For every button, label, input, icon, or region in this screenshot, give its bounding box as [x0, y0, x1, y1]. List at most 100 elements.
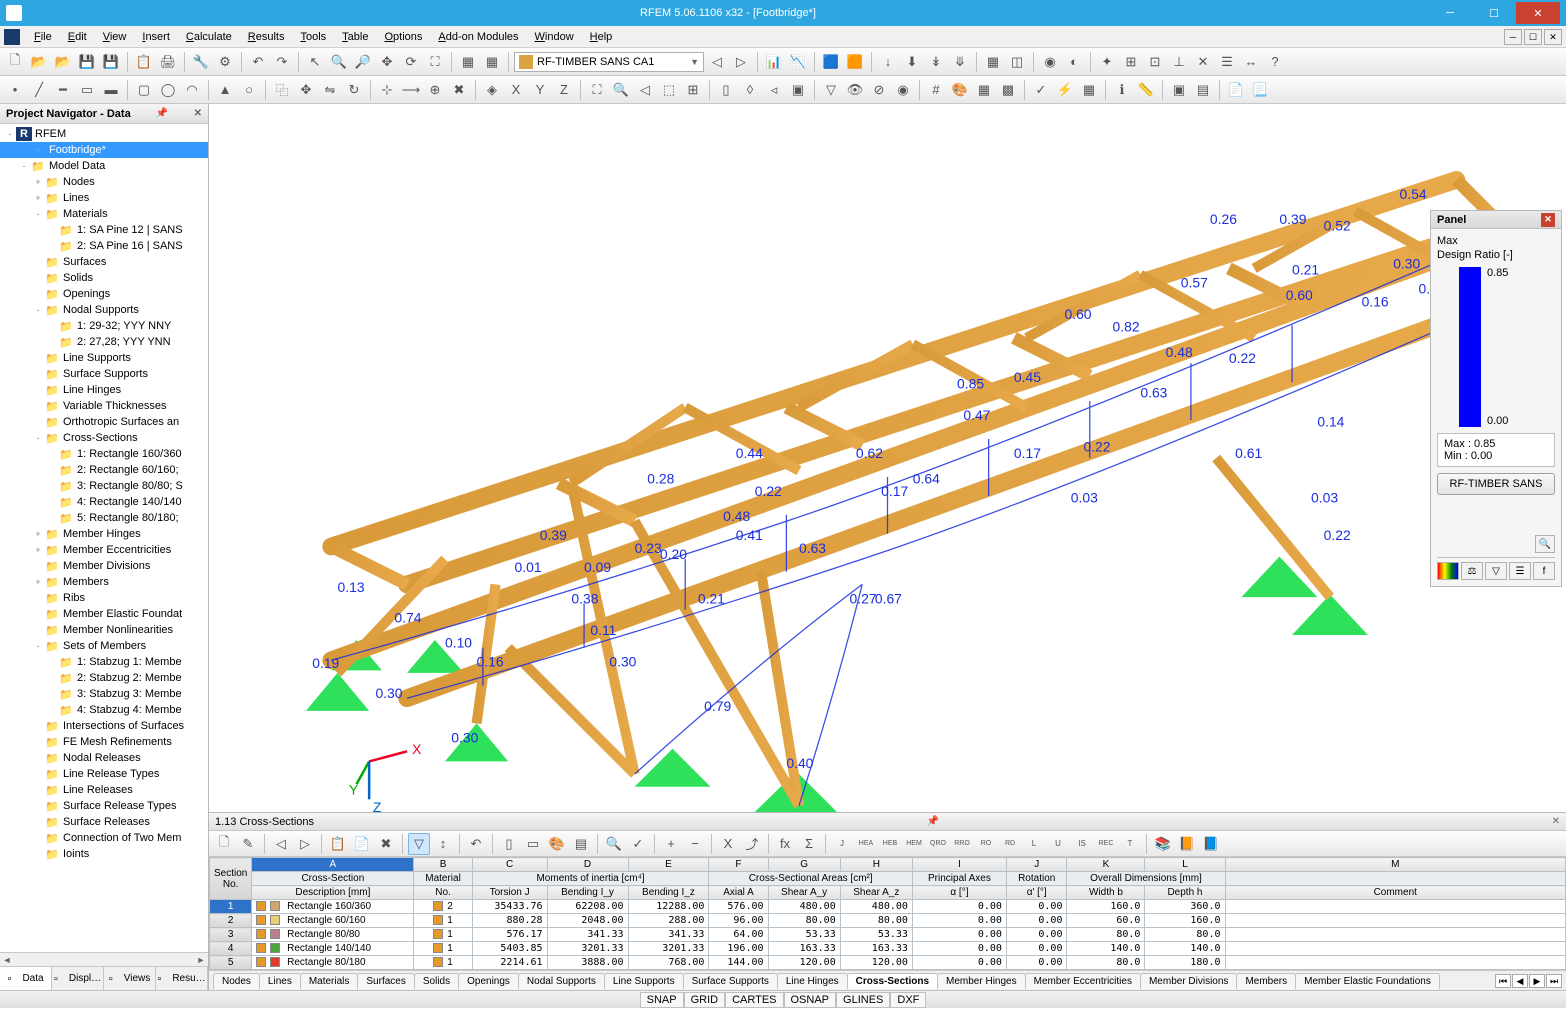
view-icon[interactable]: ▦ — [457, 51, 479, 73]
nav-tab-data[interactable]: ▫Data — [0, 967, 52, 990]
visibility-icon[interactable]: 👁 — [844, 79, 866, 101]
menu-view[interactable]: View — [95, 29, 135, 45]
tree-node[interactable]: -📁Materials — [0, 206, 208, 222]
open-model-icon[interactable]: 📂 — [52, 51, 74, 73]
navigator-hscroll[interactable]: ◄► — [0, 952, 208, 966]
tb-section-j-icon[interactable]: J — [831, 833, 853, 855]
tb-section-ro-icon[interactable]: RO — [975, 833, 997, 855]
table-pin-icon[interactable]: 📌 — [927, 816, 939, 827]
tb-section-hem-icon[interactable]: HEM — [903, 833, 925, 855]
ortho-icon[interactable]: ⊥ — [1168, 51, 1190, 73]
select-all-icon[interactable]: ▣ — [787, 79, 809, 101]
hinge-tool-icon[interactable]: ○ — [238, 79, 260, 101]
shadow-icon[interactable]: ◐ — [1063, 51, 1085, 73]
tree-node[interactable]: 📁4: Stabzug 4: Membe — [0, 702, 208, 718]
tree-node[interactable]: 📁Member Divisions — [0, 558, 208, 574]
numbering-icon[interactable]: # — [925, 79, 947, 101]
select-lasso-icon[interactable]: ◊ — [739, 79, 761, 101]
view-y-icon[interactable]: Y — [529, 79, 551, 101]
nav-tab-resu[interactable]: ▫Resu… — [156, 967, 208, 990]
sheet-tab-members[interactable]: Members — [1236, 973, 1296, 989]
tree-node[interactable]: 📁Nodal Releases — [0, 750, 208, 766]
filter-icon[interactable]: ▽ — [1485, 562, 1507, 580]
module2-icon[interactable]: ▤ — [1192, 79, 1214, 101]
tb-select-icon[interactable]: ▯ — [498, 833, 520, 855]
menu-options[interactable]: Options — [376, 29, 430, 45]
tree-node[interactable]: 📁Intersections of Surfaces — [0, 718, 208, 734]
member-load-icon[interactable]: ↓ — [877, 51, 899, 73]
cross-sections-table[interactable]: SectionNo.ABCDEFGHIJKLMCross-SectionMate… — [209, 857, 1566, 970]
tb-sum-icon[interactable]: Σ — [798, 833, 820, 855]
pan-icon[interactable]: ✥ — [376, 51, 398, 73]
ucs-icon[interactable]: ✦ — [1096, 51, 1118, 73]
app-menu-icon[interactable] — [4, 29, 20, 45]
view-prev-icon[interactable]: ◁ — [634, 79, 656, 101]
sheet-tab-member-elastic-foundations[interactable]: Member Elastic Foundations — [1295, 973, 1440, 989]
sheet-tab-member-eccentricities[interactable]: Member Eccentricities — [1025, 973, 1141, 989]
measure-icon[interactable]: 📏 — [1135, 79, 1157, 101]
extend-tool-icon[interactable]: ⟶ — [400, 79, 422, 101]
tree-node[interactable]: 📁1: SA Pine 12 | SANS — [0, 222, 208, 238]
node-tool-icon[interactable]: • — [4, 79, 26, 101]
sheet-tab-surfaces[interactable]: Surfaces — [357, 973, 414, 989]
tree-node[interactable]: 📁Line Release Types — [0, 766, 208, 782]
nodal-load-icon[interactable]: ↡ — [925, 51, 947, 73]
sheet-tab-openings[interactable]: Openings — [458, 973, 519, 989]
table-close-icon[interactable]: ✕ — [1552, 816, 1560, 827]
tree-node[interactable]: +📁Lines — [0, 190, 208, 206]
tree-node[interactable]: 📁Variable Thicknesses — [0, 398, 208, 414]
menu-file[interactable]: File — [26, 29, 60, 45]
line-tool-icon[interactable]: ╱ — [28, 79, 50, 101]
hide-icon[interactable]: ⊘ — [868, 79, 890, 101]
sheet-tab-line-supports[interactable]: Line Supports — [604, 973, 684, 989]
tb-delete-icon[interactable]: ✖ — [375, 833, 397, 855]
nav-first-icon[interactable]: ◁ — [706, 51, 728, 73]
sheet-tab-surface-supports[interactable]: Surface Supports — [683, 973, 778, 989]
check-icon[interactable]: ✓ — [1030, 79, 1052, 101]
tree-node[interactable]: 📁Openings — [0, 286, 208, 302]
sheet-tab-line-hinges[interactable]: Line Hinges — [777, 973, 848, 989]
tree-node[interactable]: 📁FE Mesh Refinements — [0, 734, 208, 750]
dims-icon[interactable]: ↔ — [1240, 51, 1262, 73]
tree-node[interactable]: 📁Surface Supports — [0, 366, 208, 382]
results-icon[interactable]: 🟦 — [820, 51, 842, 73]
status-dxf[interactable]: DXF — [890, 992, 926, 1008]
tb-sort-icon[interactable]: ↕ — [432, 833, 454, 855]
module-button[interactable]: RF-TIMBER SANS — [1437, 473, 1555, 495]
tb-section-qro-icon[interactable]: QRO — [927, 833, 949, 855]
surface-load-icon[interactable]: ⬇ — [901, 51, 923, 73]
cross-icon[interactable]: ✕ — [1192, 51, 1214, 73]
tb-section-is-icon[interactable]: IS — [1071, 833, 1093, 855]
menu-edit[interactable]: Edit — [60, 29, 95, 45]
load2-icon[interactable]: 📉 — [787, 51, 809, 73]
tb-excel-icon[interactable]: X — [717, 833, 739, 855]
nav-tab-displ[interactable]: ▫Displ… — [52, 967, 104, 990]
tb-fx-icon[interactable]: fx — [774, 833, 796, 855]
filter-icon[interactable]: ▽ — [820, 79, 842, 101]
view-z-icon[interactable]: Z — [553, 79, 575, 101]
sheet-tab-nodal-supports[interactable]: Nodal Supports — [518, 973, 605, 989]
wireframe-icon[interactable]: ◫ — [1006, 51, 1028, 73]
tb-filter-icon[interactable]: ▽ — [408, 833, 430, 855]
tree-node[interactable]: 📁1: 29-32; YYY NNY — [0, 318, 208, 334]
tb-find-icon[interactable]: 🔍 — [603, 833, 625, 855]
model-viewport[interactable]: X Y Z 0.190.300.740.130.300.100.160.010.… — [209, 104, 1566, 812]
tree-node[interactable]: +📁Nodes — [0, 174, 208, 190]
table-row[interactable]: 3 Rectangle 80/801576.17341.33341.3364.0… — [210, 928, 1566, 942]
tree-node[interactable]: 📁2: Stabzug 2: Membe — [0, 670, 208, 686]
zoom-details-icon[interactable]: 🔍 — [1535, 535, 1555, 553]
divide-tool-icon[interactable]: ⊹ — [376, 79, 398, 101]
snap-icon[interactable]: ⊞ — [1120, 51, 1142, 73]
fit-icon[interactable]: ⛶ — [586, 79, 608, 101]
tb-section-hea-icon[interactable]: HEA — [855, 833, 877, 855]
tree-node[interactable]: +📁Member Hinges — [0, 526, 208, 542]
sheet-first-icon[interactable]: ⏮ — [1495, 974, 1511, 988]
sheet-tab-lines[interactable]: Lines — [259, 973, 301, 989]
tb-insert-icon[interactable]: + — [660, 833, 682, 855]
view-iso-icon[interactable]: ◈ — [481, 79, 503, 101]
palette-icon[interactable] — [1437, 562, 1459, 580]
tree-node[interactable]: -▫Footbridge* — [0, 142, 208, 158]
sheet-tab-solids[interactable]: Solids — [414, 973, 459, 989]
open-icon[interactable]: 📂 — [28, 51, 50, 73]
close-panel-icon[interactable]: ✕ — [194, 108, 202, 119]
